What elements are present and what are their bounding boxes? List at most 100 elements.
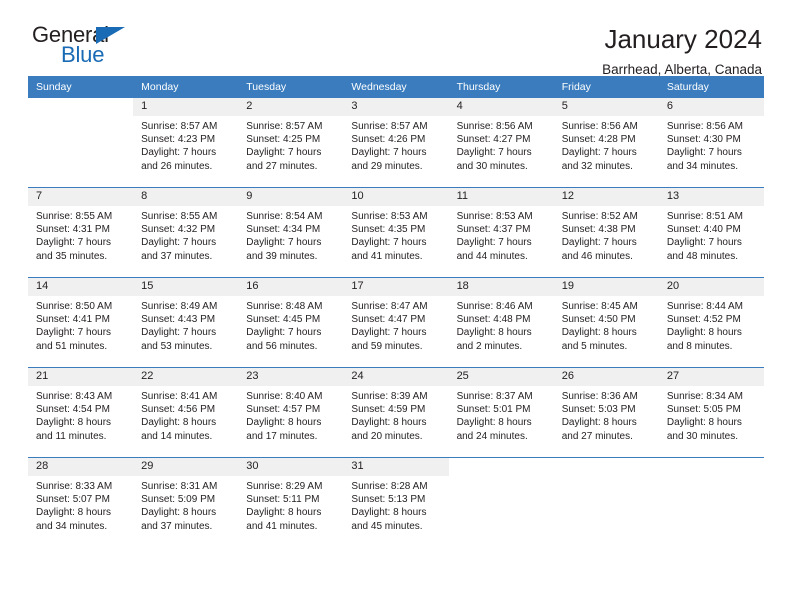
calendar-empty-cell: [553, 457, 659, 547]
day-sunset-text: Sunset: 5:11 PM: [246, 494, 320, 506]
calendar-day-cell[interactable]: 15 Sunrise: 8:49 AM Sunset: 4:43 PM Dayligh…: [133, 277, 239, 368]
day-daylight1-text: Daylight: 7 hours: [351, 327, 427, 339]
calendar-day-cell[interactable]: 3 Sunrise: 8:57 AM Sunset: 4:26 PM Daylight…: [343, 98, 449, 188]
calendar-day-cell[interactable]: 19 Sunrise: 8:45 AM Sunset: 4:50 PM Dayligh…: [553, 277, 659, 368]
day-daylight2-text: and 11 minutes.: [36, 430, 107, 442]
day-details: Sunrise: 8:39 AM Sunset: 4:59 PM Daylight:…: [343, 386, 448, 443]
calendar-body: 1 Sunrise: 8:57 AM Sunset: 4:23 PM Daylight…: [28, 98, 764, 547]
day-number: 12: [553, 188, 659, 206]
calendar-day-cell[interactable]: 1 Sunrise: 8:57 AM Sunset: 4:23 PM Daylight…: [133, 98, 239, 188]
day-daylight1-text: Daylight: 7 hours: [561, 237, 637, 249]
day-daylight2-text: and 14 minutes.: [141, 430, 213, 442]
day-number: 8: [133, 188, 239, 206]
day-daylight1-text: Daylight: 8 hours: [666, 417, 742, 429]
day-sunrise-text: Sunrise: 8:47 AM: [351, 301, 428, 312]
calendar-day-cell[interactable]: 9 Sunrise: 8:54 AM Sunset: 4:34 PM Daylight…: [238, 187, 344, 278]
calendar-day-cell[interactable]: 7 Sunrise: 8:55 AM Sunset: 4:31 PM Daylight…: [28, 187, 134, 278]
calendar-week-row: 14 Sunrise: 8:50 AM Sunset: 4:41 PM Dayligh…: [28, 277, 764, 368]
day-daylight2-text: and 39 minutes.: [246, 250, 318, 262]
calendar-day-cell[interactable]: 11 Sunrise: 8:53 AM Sunset: 4:37 PM Dayligh…: [448, 187, 554, 278]
calendar-day-cell[interactable]: 8 Sunrise: 8:55 AM Sunset: 4:32 PM Daylight…: [133, 187, 239, 278]
day-sunset-text: Sunset: 4:26 PM: [351, 134, 426, 146]
calendar-day-cell[interactable]: 4 Sunrise: 8:56 AM Sunset: 4:27 PM Daylight…: [448, 98, 554, 188]
day-daylight2-text: and 44 minutes.: [456, 250, 528, 262]
weekday-header-sunday: Sunday: [28, 76, 134, 98]
calendar-day-cell[interactable]: 12 Sunrise: 8:52 AM Sunset: 4:38 PM Dayligh…: [553, 187, 659, 278]
general-blue-logo: General Blue: [28, 24, 182, 72]
day-daylight2-text: and 27 minutes.: [561, 430, 633, 442]
day-daylight2-text: and 30 minutes.: [666, 430, 739, 442]
day-number: 22: [133, 368, 239, 386]
calendar-day-cell[interactable]: 23 Sunrise: 8:40 AM Sunset: 4:57 PM Dayligh…: [238, 367, 344, 458]
day-sunrise-text: Sunrise: 8:54 AM: [246, 211, 323, 222]
day-details: Sunrise: 8:48 AM Sunset: 4:45 PM Daylight:…: [238, 296, 343, 353]
calendar-day-cell[interactable]: 2 Sunrise: 8:57 AM Sunset: 4:25 PM Daylight…: [238, 98, 344, 188]
day-daylight1-text: Daylight: 7 hours: [246, 327, 322, 339]
day-cell-inner: 13 Sunrise: 8:51 AM Sunset: 4:40 PM Dayligh…: [658, 188, 764, 277]
calendar-day-cell[interactable]: 30 Sunrise: 8:29 AM Sunset: 5:11 PM Dayligh…: [238, 457, 344, 547]
weekday-header-wednesday: Wednesday: [343, 76, 449, 98]
calendar-day-cell[interactable]: 27 Sunrise: 8:34 AM Sunset: 5:05 PM Dayligh…: [658, 367, 764, 458]
calendar-day-cell[interactable]: 28 Sunrise: 8:33 AM Sunset: 5:07 PM Dayligh…: [28, 457, 134, 547]
day-daylight2-text: and 32 minutes.: [561, 160, 633, 172]
day-cell-inner: [28, 98, 133, 187]
day-sunrise-text: Sunrise: 8:51 AM: [666, 211, 743, 222]
calendar-day-cell[interactable]: 22 Sunrise: 8:41 AM Sunset: 4:56 PM Dayligh…: [133, 367, 239, 458]
day-daylight1-text: Daylight: 7 hours: [561, 147, 637, 159]
calendar-day-cell[interactable]: 18 Sunrise: 8:46 AM Sunset: 4:48 PM Dayligh…: [448, 277, 554, 368]
calendar-day-cell[interactable]: 24 Sunrise: 8:39 AM Sunset: 4:59 PM Dayligh…: [343, 367, 449, 458]
day-sunrise-text: Sunrise: 8:34 AM: [666, 391, 743, 402]
day-number: 24: [343, 368, 449, 386]
day-details: Sunrise: 8:56 AM Sunset: 4:28 PM Daylight:…: [554, 116, 659, 173]
calendar-day-cell[interactable]: 20 Sunrise: 8:44 AM Sunset: 4:52 PM Dayligh…: [658, 277, 764, 368]
day-daylight1-text: Daylight: 7 hours: [246, 147, 322, 159]
day-daylight2-text: and 48 minutes.: [666, 250, 739, 262]
calendar-day-cell[interactable]: 17 Sunrise: 8:47 AM Sunset: 4:47 PM Dayligh…: [343, 277, 449, 368]
day-details: [28, 116, 133, 120]
day-daylight2-text: and 53 minutes.: [141, 340, 213, 352]
calendar-day-cell[interactable]: 26 Sunrise: 8:36 AM Sunset: 5:03 PM Dayligh…: [553, 367, 659, 458]
day-daylight1-text: Daylight: 8 hours: [561, 327, 637, 339]
day-sunset-text: Sunset: 4:27 PM: [456, 134, 531, 146]
day-daylight1-text: Daylight: 7 hours: [141, 237, 217, 249]
calendar-week-row: 1 Sunrise: 8:57 AM Sunset: 4:23 PM Daylight…: [28, 98, 764, 188]
calendar-day-cell[interactable]: 6 Sunrise: 8:56 AM Sunset: 4:30 PM Daylight…: [658, 98, 764, 188]
day-cell-inner: 19 Sunrise: 8:45 AM Sunset: 4:50 PM Dayligh…: [553, 278, 659, 367]
logo-text-blue: Blue: [61, 42, 105, 67]
day-cell-inner: 18 Sunrise: 8:46 AM Sunset: 4:48 PM Dayligh…: [448, 278, 554, 367]
day-number: 16: [238, 278, 344, 296]
day-sunset-text: Sunset: 4:52 PM: [666, 314, 741, 326]
calendar-day-cell[interactable]: 29 Sunrise: 8:31 AM Sunset: 5:09 PM Dayligh…: [133, 457, 239, 547]
day-daylight1-text: Daylight: 7 hours: [246, 237, 322, 249]
day-details: Sunrise: 8:50 AM Sunset: 4:41 PM Daylight:…: [28, 296, 133, 353]
day-daylight2-text: and 59 minutes.: [351, 340, 423, 352]
day-details: Sunrise: 8:57 AM Sunset: 4:25 PM Daylight:…: [238, 116, 343, 173]
calendar-day-cell[interactable]: 25 Sunrise: 8:37 AM Sunset: 5:01 PM Dayligh…: [448, 367, 554, 458]
calendar-week-row: 28 Sunrise: 8:33 AM Sunset: 5:07 PM Dayligh…: [28, 457, 764, 547]
day-cell-inner: 26 Sunrise: 8:36 AM Sunset: 5:03 PM Dayligh…: [553, 368, 659, 457]
day-daylight1-text: Daylight: 8 hours: [351, 507, 427, 519]
day-sunrise-text: Sunrise: 8:45 AM: [561, 301, 638, 312]
day-number: 29: [133, 458, 239, 476]
day-sunset-text: Sunset: 4:57 PM: [246, 404, 321, 416]
day-sunset-text: Sunset: 5:09 PM: [141, 494, 216, 506]
calendar-day-cell[interactable]: 16 Sunrise: 8:48 AM Sunset: 4:45 PM Dayligh…: [238, 277, 344, 368]
day-sunset-text: Sunset: 4:35 PM: [351, 224, 426, 236]
day-details: Sunrise: 8:51 AM Sunset: 4:40 PM Daylight:…: [659, 206, 764, 263]
day-cell-inner: 14 Sunrise: 8:50 AM Sunset: 4:41 PM Dayligh…: [28, 278, 134, 367]
calendar-day-cell[interactable]: 10 Sunrise: 8:53 AM Sunset: 4:35 PM Dayligh…: [343, 187, 449, 278]
day-cell-inner: 27 Sunrise: 8:34 AM Sunset: 5:05 PM Dayligh…: [658, 368, 764, 457]
calendar-day-cell[interactable]: 13 Sunrise: 8:51 AM Sunset: 4:40 PM Dayligh…: [658, 187, 764, 278]
day-daylight2-text: and 26 minutes.: [141, 160, 213, 172]
calendar-day-cell[interactable]: 5 Sunrise: 8:56 AM Sunset: 4:28 PM Daylight…: [553, 98, 659, 188]
day-sunset-text: Sunset: 4:30 PM: [666, 134, 741, 146]
day-daylight2-text: and 30 minutes.: [456, 160, 528, 172]
day-daylight1-text: Daylight: 7 hours: [351, 147, 427, 159]
day-daylight1-text: Daylight: 7 hours: [456, 147, 532, 159]
calendar-day-cell[interactable]: 21 Sunrise: 8:43 AM Sunset: 4:54 PM Dayligh…: [28, 367, 134, 458]
day-number: 1: [133, 98, 239, 116]
calendar-day-cell[interactable]: 31 Sunrise: 8:28 AM Sunset: 5:13 PM Dayligh…: [343, 457, 449, 547]
calendar-day-cell[interactable]: 14 Sunrise: 8:50 AM Sunset: 4:41 PM Dayligh…: [28, 277, 134, 368]
day-sunset-text: Sunset: 4:23 PM: [141, 134, 216, 146]
title-block: January 2024 Barrhead, Alberta, Canada: [602, 24, 764, 79]
